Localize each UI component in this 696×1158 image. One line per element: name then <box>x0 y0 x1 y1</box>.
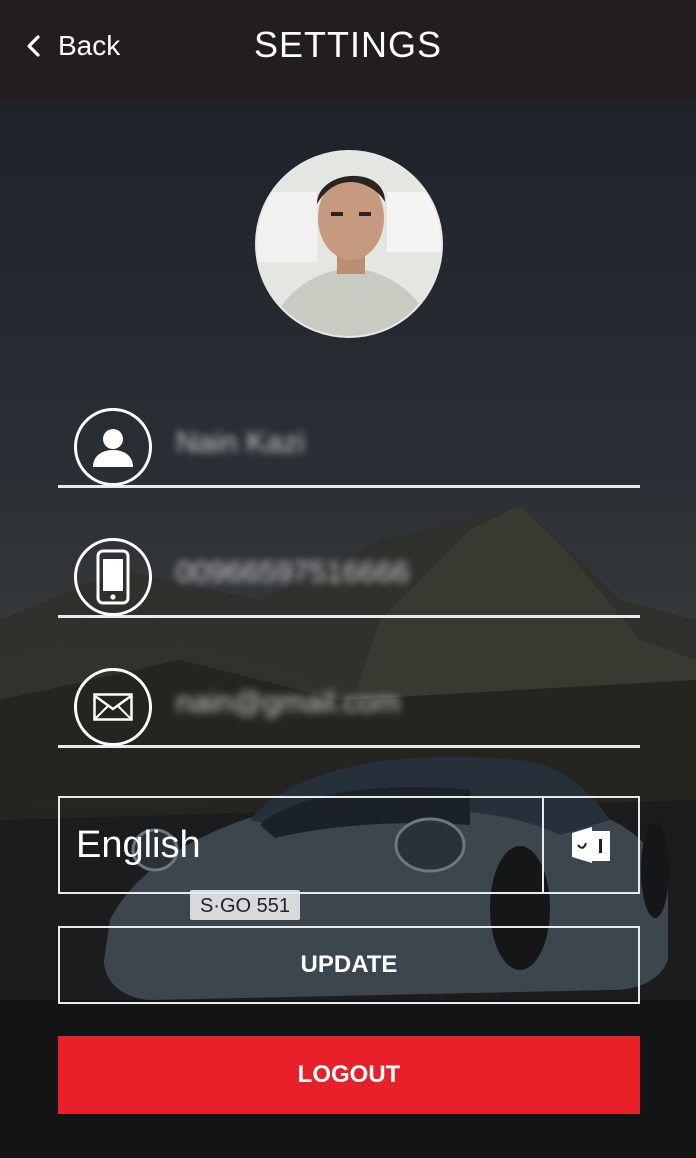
envelope-icon <box>74 668 152 746</box>
avatar[interactable] <box>255 150 443 338</box>
logout-button[interactable]: LOGOUT <box>58 1036 640 1114</box>
phone-value: 00966597516666 <box>176 556 410 589</box>
license-plate-text: S·GO 551 <box>200 895 290 917</box>
language-picker-button[interactable] <box>542 798 638 892</box>
language-select[interactable]: English <box>58 796 640 894</box>
email-field[interactable]: nain@gmail.com <box>58 658 640 748</box>
name-field[interactable]: Nain Kazi <box>58 398 640 488</box>
name-value: Nain Kazi <box>176 426 305 459</box>
phone-field[interactable]: 00966597516666 <box>58 528 640 618</box>
update-button[interactable]: UPDATE <box>58 926 640 1004</box>
language-icon <box>572 827 610 863</box>
user-icon <box>74 408 152 486</box>
email-value: nain@gmail.com <box>176 686 400 719</box>
mobile-phone-icon <box>74 538 152 616</box>
page-title: SETTINGS <box>253 24 443 65</box>
top-bar: Back SETTINGS <box>0 0 696 100</box>
profile-photo <box>257 152 441 336</box>
language-selected-value: English <box>76 824 201 866</box>
